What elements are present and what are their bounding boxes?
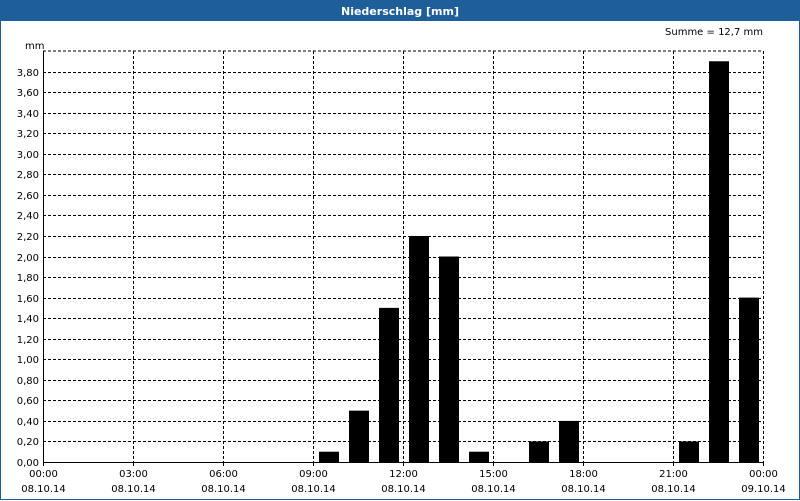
y-tick-label: 3,00 [17, 150, 39, 161]
bar [469, 451, 489, 462]
x-tick-date: 08.10.14 [471, 484, 516, 495]
precipitation-bar-chart: 0,00 0,20 0,40 0,60 0,80 1,00 1,20 1,40 1,60 1,80… [17, 50, 786, 495]
x-tick-date: 08.10.14 [651, 484, 696, 495]
x-tick-time: 15:00 [479, 469, 508, 480]
bar [739, 297, 759, 462]
y-tick-label: 0,00 [17, 458, 39, 469]
x-tick-time: 03:00 [119, 469, 148, 480]
chart-window: Niederschlag [mm] Summe = 12,7 mm mm 0,0… [0, 0, 800, 500]
x-tick-date: 08.10.14 [381, 484, 426, 495]
x-tick-time: 06:00 [209, 469, 238, 480]
bar [379, 307, 399, 462]
x-tick-date: 08.10.14 [111, 484, 156, 495]
x-tick-time: 21:00 [659, 469, 688, 480]
y-tick-label: 2,00 [17, 253, 39, 264]
x-tick-date: 09.10.14 [741, 484, 786, 495]
y-tick-label: 1,00 [17, 355, 39, 366]
bar [409, 235, 429, 462]
bar [709, 61, 729, 463]
bar [529, 441, 549, 462]
x-tick-date: 08.10.14 [291, 484, 336, 495]
y-tick-label: 2,80 [17, 170, 39, 181]
y-tick-label: 0,20 [17, 437, 39, 448]
y-tick-label: 1,80 [17, 273, 39, 284]
y-tick-label: 3,60 [17, 88, 39, 99]
y-tick-label: 1,20 [17, 335, 39, 346]
y-tick-label: 1,40 [17, 314, 39, 325]
x-tick-time: 18:00 [569, 469, 598, 480]
x-tick-date: 08.10.14 [201, 484, 246, 495]
x-tick-time: 00:00 [29, 469, 58, 480]
y-tick-label: 0,60 [17, 396, 39, 407]
y-tick-label: 3,40 [17, 109, 39, 120]
y-tick-label: 3,20 [17, 129, 39, 140]
y-tick-label: 3,80 [17, 68, 39, 79]
x-tick-time: 09:00 [299, 469, 328, 480]
bar [679, 441, 699, 462]
y-tick-label: 2,60 [17, 191, 39, 202]
y-tick-label: 0,80 [17, 376, 39, 387]
bar [439, 256, 459, 462]
x-tick-time: 00:00 [749, 469, 778, 480]
x-tick-time: 12:00 [389, 469, 418, 480]
x-tick-date: 08.10.14 [21, 484, 66, 495]
bar [349, 410, 369, 462]
y-tick-label: 2,40 [17, 211, 39, 222]
y-tick-label: 0,40 [17, 417, 39, 428]
bar [559, 420, 579, 462]
y-tick-label: 1,60 [17, 294, 39, 305]
x-tick-date: 08.10.14 [561, 484, 606, 495]
y-tick-label: 2,20 [17, 232, 39, 243]
bar [319, 451, 339, 462]
